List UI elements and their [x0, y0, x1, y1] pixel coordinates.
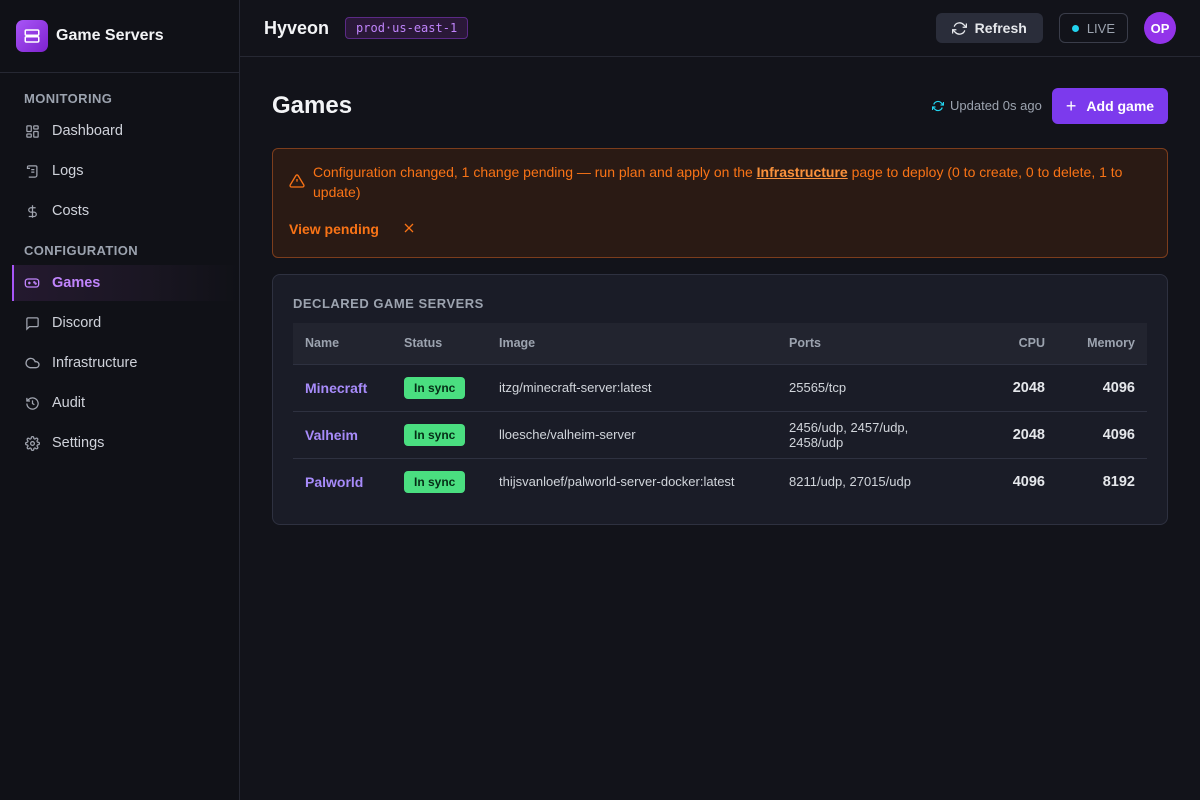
- table-row[interactable]: Valheim In sync lloesche/valheim-server …: [293, 411, 1147, 458]
- game-name-link[interactable]: Valheim: [293, 411, 392, 458]
- sidebar-item-label: Logs: [52, 163, 84, 179]
- column-header[interactable]: Ports: [777, 323, 977, 364]
- add-game-label: Add game: [1086, 98, 1155, 114]
- status-badge: In sync: [404, 470, 466, 493]
- chat-icon: [24, 315, 40, 331]
- sidebar-item-label: Costs: [52, 203, 90, 219]
- avatar[interactable]: OP: [1144, 12, 1176, 44]
- dollar-icon: [24, 203, 40, 219]
- sidebar-item-label: Settings: [52, 435, 105, 451]
- updated-label: Updated 0s ago: [950, 98, 1042, 113]
- project-name: Hyveon: [264, 17, 330, 38]
- status-cell: In sync: [392, 458, 487, 505]
- cpu-cell: 4096: [1012, 473, 1045, 490]
- sidebar-item-dashboard[interactable]: Dashboard: [0, 113, 239, 149]
- sidebar-item-games[interactable]: Games: [12, 265, 239, 301]
- gamepad-icon: [24, 275, 40, 291]
- history-icon: [24, 395, 40, 411]
- sidebar-item-label: Dashboard: [52, 123, 123, 139]
- refresh-icon: [951, 21, 967, 36]
- memory-cell: 8192: [1102, 473, 1135, 490]
- image-cell: lloesche/valheim-server: [499, 427, 636, 442]
- gear-icon: [24, 435, 40, 451]
- header-divider: [240, 56, 1200, 57]
- live-indicator[interactable]: LIVE: [1058, 13, 1128, 43]
- table-row[interactable]: Minecraft In sync itzg/minecraft-server:…: [293, 364, 1147, 411]
- memory-cell: 4096: [1102, 379, 1135, 396]
- refresh-label: Refresh: [974, 20, 1027, 36]
- logs-icon: [24, 163, 40, 179]
- image-cell: itzg/minecraft-server:latest: [499, 380, 652, 395]
- sidebar-item-logs[interactable]: Logs: [0, 153, 239, 189]
- memory-cell: 4096: [1102, 426, 1135, 443]
- sidebar-item-settings[interactable]: Settings: [0, 425, 239, 461]
- brand[interactable]: Game Servers: [0, 0, 239, 73]
- status-badge: In sync: [404, 376, 466, 399]
- sidebar-item-label: Audit: [52, 395, 86, 411]
- dashboard-icon: [24, 123, 40, 139]
- sidebar-item-costs[interactable]: Costs: [0, 193, 239, 229]
- add-game-button[interactable]: + Add game: [1052, 88, 1168, 124]
- status-cell: In sync: [392, 411, 487, 458]
- ports-cell: 8211/udp, 27015/udp: [789, 474, 911, 490]
- sidebar: Game Servers MONITORING Dashboard Logs C…: [0, 0, 240, 800]
- status-badge: In sync: [404, 423, 466, 446]
- top-header: Hyveon prod·us-east-1 Refresh LIVE OP: [240, 0, 1200, 56]
- table-row[interactable]: Palworld In sync thijsvanloef/palworld-s…: [293, 458, 1147, 505]
- game-servers-card: DECLARED GAME SERVERS Name Status Image …: [272, 274, 1168, 525]
- image-cell: thijsvanloef/palworld-server-docker:late…: [499, 474, 735, 490]
- sidebar-item-label: Infrastructure: [52, 355, 138, 371]
- warning-icon: [289, 173, 305, 189]
- ports-cell: 2456/udp, 2457/udp, 2458/udp: [789, 419, 909, 450]
- game-name-link[interactable]: Palworld: [293, 458, 392, 505]
- column-header[interactable]: CPU: [977, 323, 1057, 364]
- close-icon[interactable]: [403, 222, 415, 234]
- ports-cell: 25565/tcp: [789, 380, 847, 395]
- table-header-row: Name Status Image Ports CPU Memory: [293, 323, 1147, 364]
- cpu-cell: 2048: [1012, 426, 1045, 443]
- column-header[interactable]: Status: [392, 323, 487, 364]
- column-header[interactable]: Memory: [1057, 323, 1147, 364]
- cloud-icon: [24, 355, 40, 371]
- status-cell: In sync: [392, 364, 487, 411]
- nav-section-monitoring: MONITORING: [24, 91, 113, 106]
- cpu-cell: 2048: [1012, 379, 1045, 396]
- nav-section-configuration: CONFIGURATION: [24, 243, 139, 258]
- sidebar-item-discord[interactable]: Discord: [0, 305, 239, 341]
- alert-text-before: Configuration changed, 1 change pending …: [313, 164, 757, 180]
- sidebar-item-label: Discord: [52, 315, 102, 331]
- game-servers-table: Name Status Image Ports CPU Memory Minec…: [293, 323, 1147, 505]
- sidebar-item-label: Games: [52, 275, 101, 291]
- live-dot-icon: [1071, 24, 1079, 32]
- sync-icon: [932, 100, 944, 112]
- column-header[interactable]: Name: [293, 323, 392, 364]
- brand-title: Game Servers: [56, 27, 164, 44]
- pending-changes-alert: Configuration changed, 1 change pending …: [272, 148, 1168, 258]
- plus-icon: +: [1065, 96, 1077, 116]
- server-icon: [16, 20, 48, 52]
- card-title: DECLARED GAME SERVERS: [293, 296, 484, 311]
- updated-status: Updated 0s ago: [932, 98, 1042, 113]
- infrastructure-link[interactable]: Infrastructure: [757, 164, 848, 180]
- page-title: Games: [272, 92, 353, 119]
- live-label: LIVE: [1086, 20, 1115, 36]
- column-header[interactable]: Image: [487, 323, 777, 364]
- env-badge: prod·us-east-1: [345, 17, 469, 39]
- refresh-button[interactable]: Refresh: [935, 13, 1043, 43]
- sidebar-item-infrastructure[interactable]: Infrastructure: [0, 345, 239, 381]
- alert-message: Configuration changed, 1 change pending …: [313, 162, 1153, 202]
- game-name-link[interactable]: Minecraft: [293, 364, 392, 411]
- view-pending-button[interactable]: View pending: [289, 221, 379, 237]
- sidebar-item-audit[interactable]: Audit: [0, 385, 239, 421]
